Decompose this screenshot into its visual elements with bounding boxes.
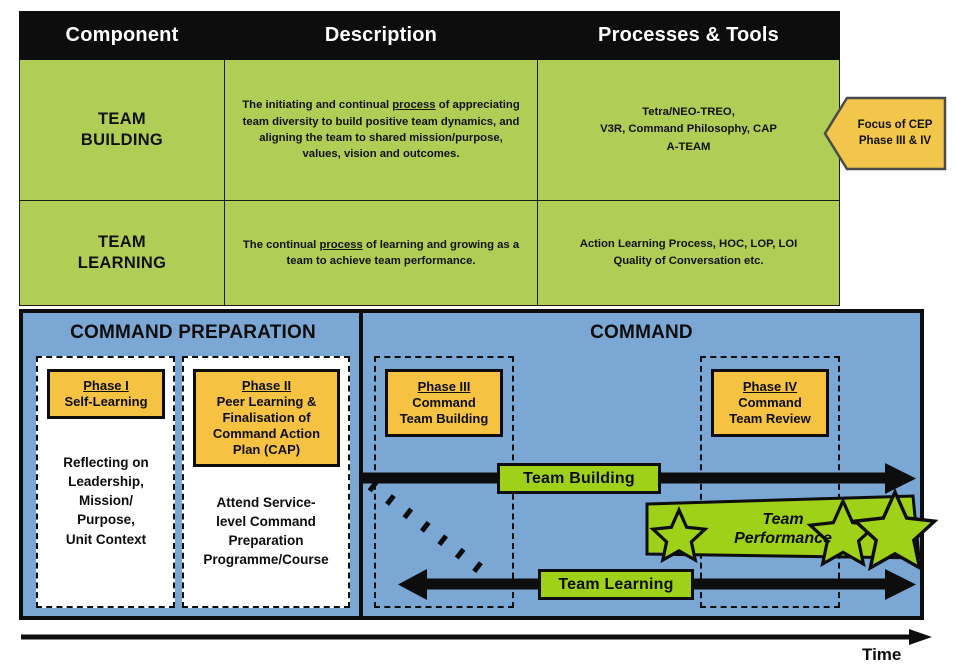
cell-description-team-building: The initiating and continual process of … — [224, 59, 538, 201]
cell-component-team-building: TEAM BUILDING — [19, 59, 225, 201]
performance-line-2: Performance — [734, 530, 832, 547]
callout-text: Focus of CEP Phase III & IV — [847, 96, 943, 171]
component-line-1: TEAM — [98, 110, 146, 129]
tools-line-1: Action Learning Process, HOC, LOP, LOI — [579, 237, 798, 250]
time-axis-arrow-icon — [21, 629, 932, 645]
cell-component-team-learning: TEAM LEARNING — [19, 200, 225, 306]
tools-line-1: Tetra/NEO-TREO, — [642, 105, 735, 118]
arrow-layer — [359, 463, 916, 600]
performance-line-1: Team — [762, 511, 804, 529]
team-performance-text: Team Performance — [713, 500, 853, 560]
cell-tools-team-learning: Action Learning Process, HOC, LOP, LOI Q… — [537, 200, 840, 306]
description-pre: The continual — [242, 238, 320, 251]
callout-line-2: Phase III & IV — [858, 134, 932, 147]
table: Component Description Processes & Tools … — [19, 11, 840, 306]
table-row: TEAM BUILDING The initiating and continu… — [19, 59, 840, 201]
component-line-2: BUILDING — [80, 131, 164, 149]
table-header-row: Component Description Processes & Tools — [19, 11, 840, 60]
cell-tools-team-building: Tetra/NEO-TREO, V3R, Command Philosophy,… — [537, 59, 840, 201]
team-performance-banner: Team Performance — [645, 487, 939, 572]
component-table: Component Description Processes & Tools … — [19, 11, 840, 306]
dotted-connector-icon — [367, 480, 497, 584]
tools-line-2: V3R, Command Philosophy, CAP — [600, 123, 777, 136]
tools-line-3: A-TEAM — [666, 140, 711, 153]
tools-line-2: Quality of Conversation etc. — [613, 255, 764, 267]
description-pre: The initiating and continual — [242, 99, 393, 112]
callout-line-1: Focus of CEP — [857, 118, 933, 131]
cell-description-team-learning: The continual process of learning and gr… — [224, 200, 538, 306]
column-header-description: Description — [224, 11, 538, 60]
component-line-1: TEAM — [98, 233, 146, 252]
description-underlined-process: process — [392, 99, 436, 112]
time-axis-label: Time — [862, 645, 902, 664]
focus-callout-banner: Focus of CEP Phase III & IV — [823, 96, 947, 171]
team-learning-label: Team Learning — [538, 569, 694, 600]
description-underlined-process: process — [319, 238, 363, 251]
component-line-2: LEARNING — [77, 254, 167, 272]
table-row: TEAM LEARNING The continual process of l… — [19, 200, 840, 306]
column-header-processes-tools: Processes & Tools — [537, 11, 840, 60]
column-header-component: Component — [19, 11, 225, 60]
cep-phase-diagram: COMMAND PREPARATION COMMAND Phase I Self… — [19, 309, 939, 620]
team-building-label: Team Building — [497, 463, 661, 494]
